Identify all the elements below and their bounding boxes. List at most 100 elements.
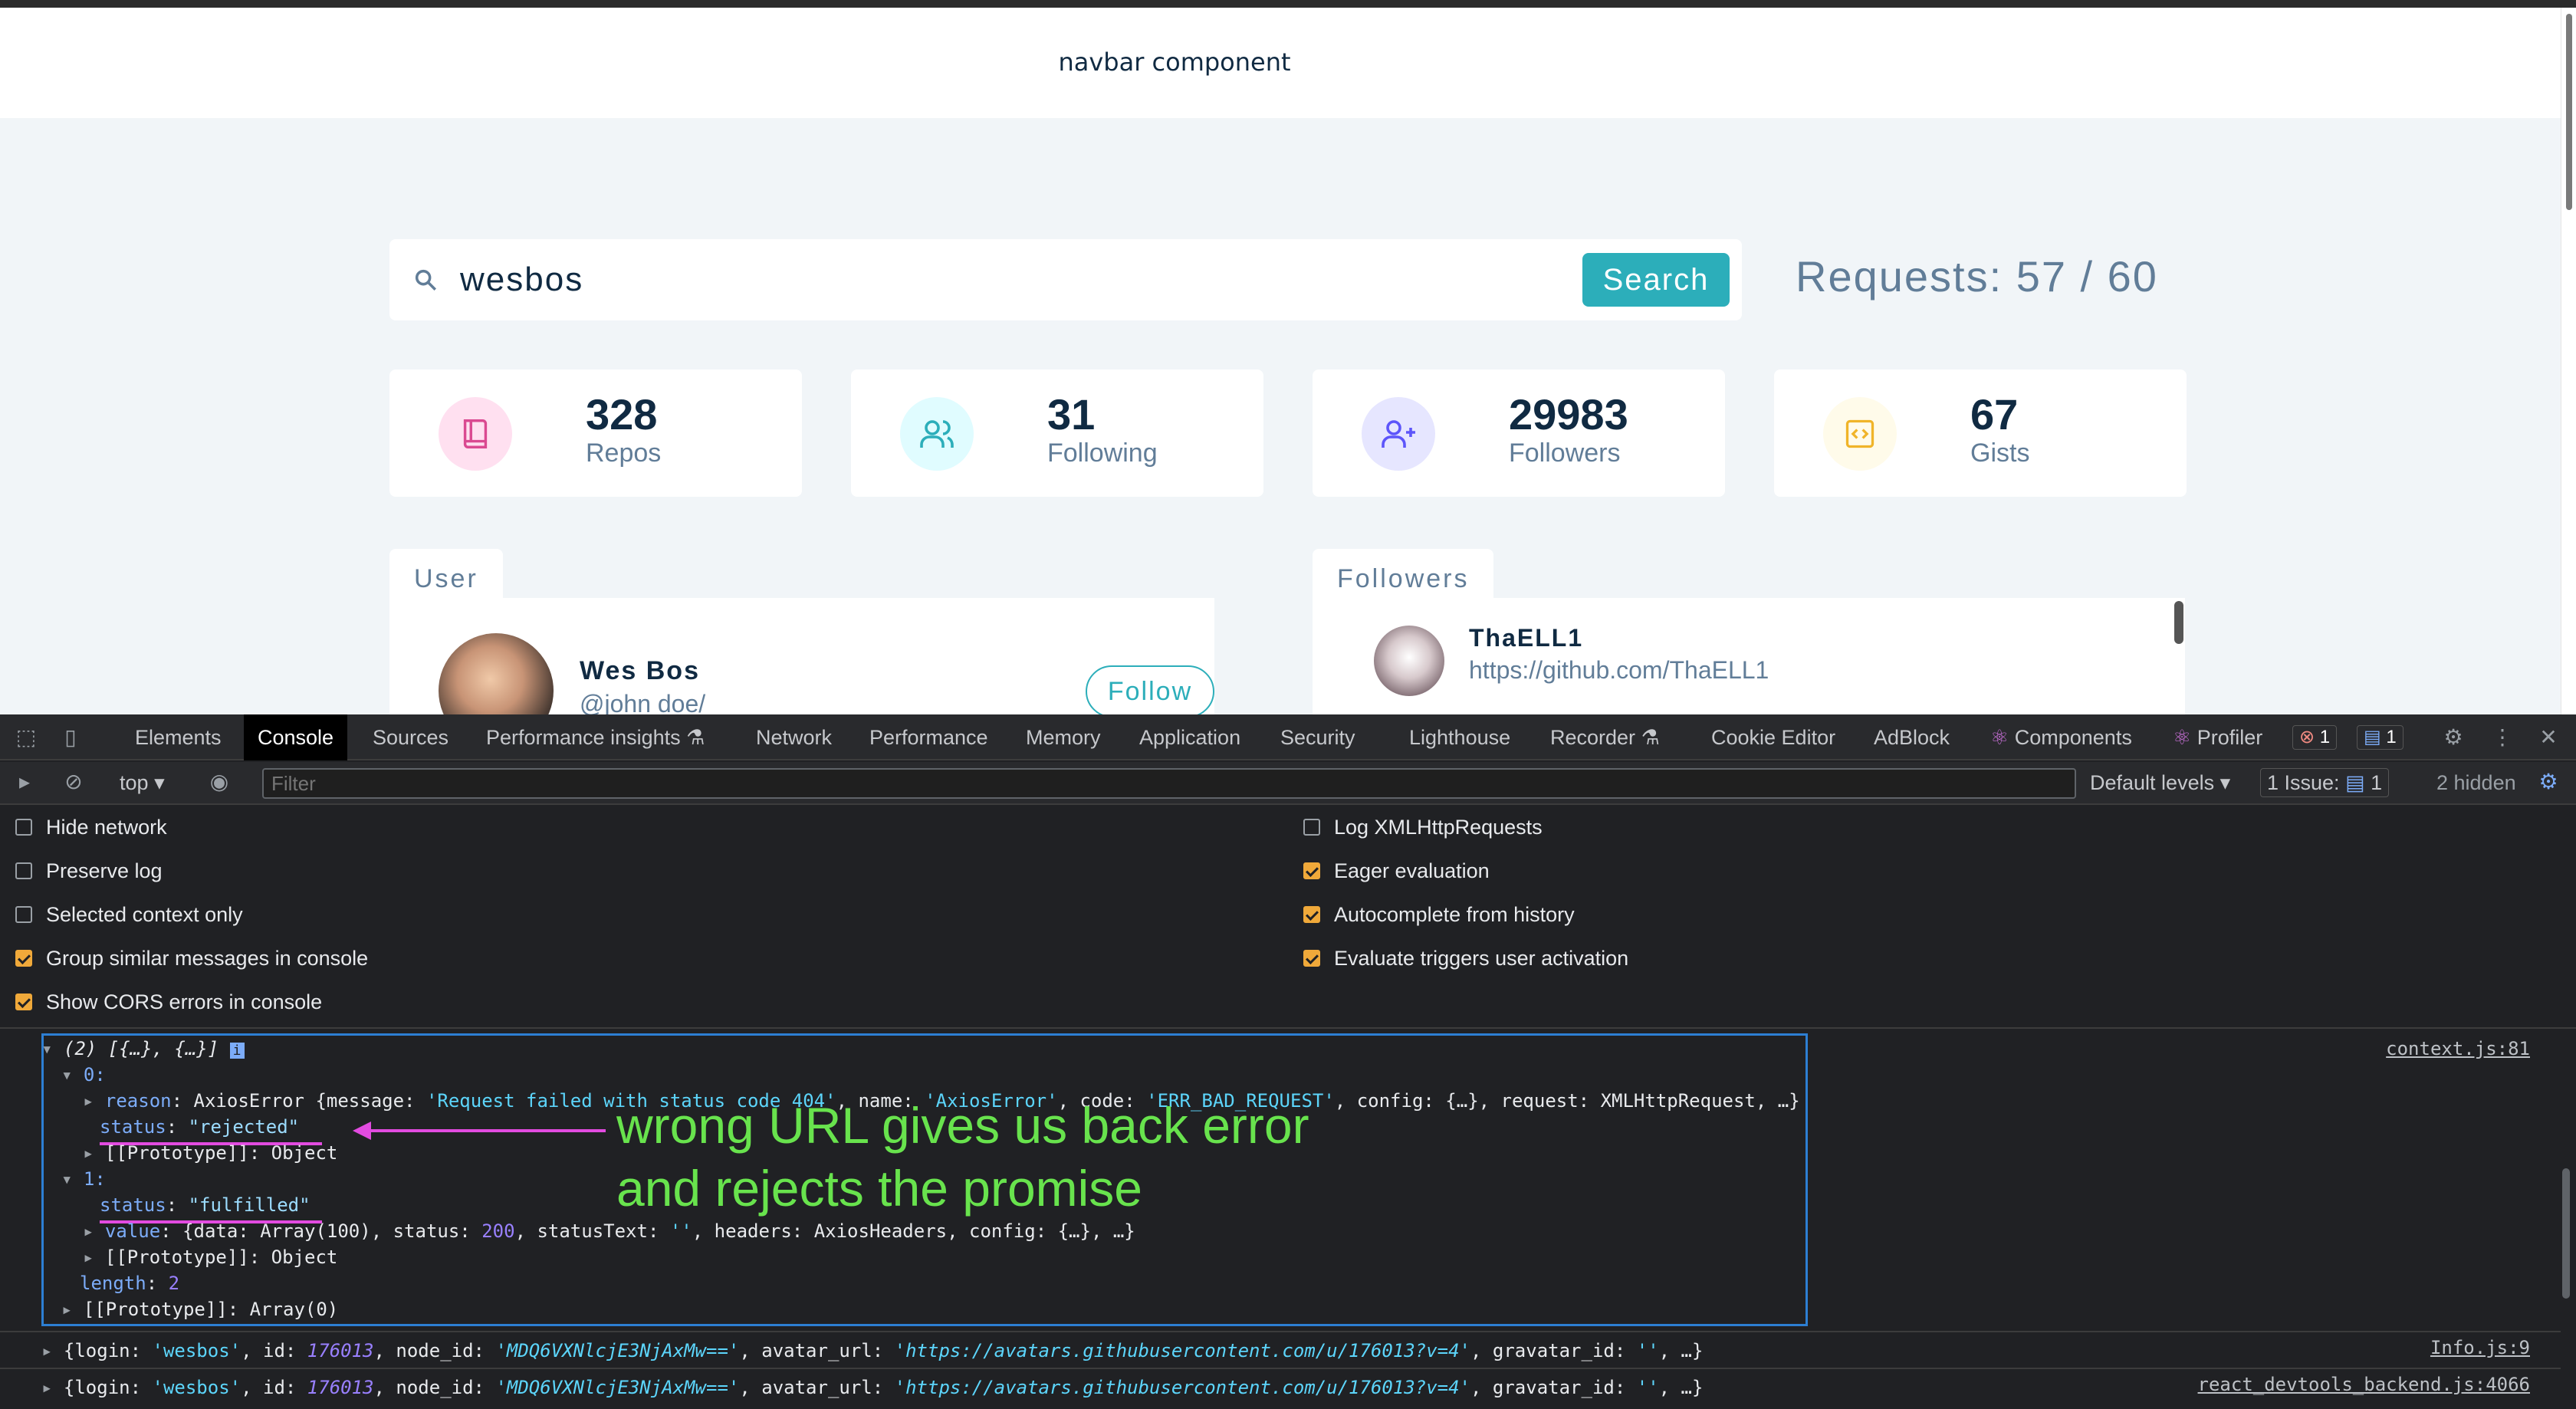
checkbox[interactable]	[1303, 819, 1320, 836]
search-button[interactable]: Search	[1582, 253, 1730, 307]
tab-performance-insights[interactable]: Performance insights ⚗	[486, 714, 705, 760]
more-options-icon[interactable]: ⋮	[2490, 725, 2515, 750]
close-icon[interactable]: ✕	[2536, 725, 2561, 750]
context-select[interactable]: top ▾	[120, 771, 165, 795]
value-text: {login:	[63, 1340, 153, 1361]
page-scrollbar[interactable]	[2561, 8, 2576, 714]
code-icon	[1823, 397, 1897, 471]
tab-adblock[interactable]: AdBlock	[1874, 714, 1950, 760]
key-label: status	[100, 1116, 166, 1138]
value-text: [[Prototype]]: Object	[104, 1142, 338, 1164]
gear-icon[interactable]: ⚙	[2441, 725, 2466, 750]
checkbox[interactable]	[1303, 862, 1320, 879]
expand-triangle-icon: ▸	[83, 1246, 105, 1268]
search-form: Search	[389, 239, 1742, 320]
tab-profiler[interactable]: ⚛ Profiler	[2173, 714, 2262, 760]
console-array-line[interactable]: ▾ (2) [{…}, {…}] i	[41, 1038, 245, 1059]
source-link[interactable]: context.js:81	[2386, 1038, 2530, 1059]
inspect-element-icon[interactable]: ⬚	[14, 725, 38, 750]
checkbox[interactable]	[15, 950, 32, 967]
value-string: 'wesbos'	[152, 1340, 242, 1361]
followers-scrollbar[interactable]	[2174, 601, 2183, 644]
hidden-count: 2 hidden	[2436, 771, 2516, 794]
react-icon: ⚛	[1990, 726, 2009, 749]
console-prototype-array[interactable]: ▸ [[Prototype]]: Array(0)	[61, 1299, 338, 1320]
follow-button[interactable]: Follow	[1086, 665, 1214, 714]
checkbox[interactable]	[15, 906, 32, 923]
search-icon	[415, 269, 437, 291]
index-label: 1:	[83, 1168, 106, 1190]
checkbox[interactable]	[1303, 906, 1320, 923]
tab-network[interactable]: Network	[756, 714, 832, 760]
tab-elements[interactable]: Elements	[135, 714, 222, 760]
user-name: Wes Bos	[580, 656, 700, 685]
tab-lighthouse[interactable]: Lighthouse	[1409, 714, 1510, 760]
tab-sources[interactable]: Sources	[373, 714, 449, 760]
console-log-row[interactable]: ▸ {login: 'wesbos', id: 176013, node_id:…	[41, 1377, 1703, 1398]
value-text: , node_id:	[373, 1340, 496, 1361]
console-status-rejected: status: "rejected"	[100, 1116, 300, 1138]
expand-triangle-icon: ▸	[83, 1090, 105, 1112]
value-text: , avatar_url:	[739, 1377, 895, 1398]
console-prototype-object[interactable]: ▸ [[Prototype]]: Object	[83, 1246, 337, 1268]
value-text: , gravatar_id:	[1470, 1377, 1637, 1398]
key-label: reason	[104, 1090, 172, 1112]
follower-url[interactable]: https://github.com/ThaELL1	[1469, 656, 1769, 685]
expand-triangle-icon: ▾	[61, 1168, 84, 1190]
filter-input[interactable]	[262, 768, 2076, 799]
value-text: , id:	[241, 1340, 307, 1361]
stat-label: Repos	[586, 438, 662, 468]
tab-recorder[interactable]: Recorder ⚗	[1550, 714, 1660, 760]
console-scrollbar[interactable]	[2562, 1168, 2570, 1299]
messages-badge[interactable]: ▤ 1	[2357, 725, 2404, 750]
checkbox[interactable]	[1303, 950, 1320, 967]
sidebar-toggle-icon[interactable]: ▸	[12, 770, 37, 794]
users-icon	[900, 397, 974, 471]
stat-label: Following	[1047, 438, 1158, 468]
setting-label: Hide network	[46, 816, 167, 839]
tab-security[interactable]: Security	[1280, 714, 1355, 760]
checkbox[interactable]	[15, 994, 32, 1010]
tab-performance[interactable]: Performance	[869, 714, 988, 760]
console-settings-gear-icon[interactable]: ⚙	[2536, 770, 2561, 794]
issues-button[interactable]: 1 Issue: ▤ 1	[2260, 768, 2390, 797]
eye-icon[interactable]: ◉	[207, 770, 232, 794]
tab-console[interactable]: Console	[244, 714, 348, 760]
console-value-line[interactable]: ▸ value: {data: Array(100), status: 200,…	[83, 1220, 1135, 1242]
row-divider	[0, 1368, 2561, 1369]
page-scroll-thumb[interactable]	[2566, 14, 2572, 210]
user-plus-icon	[1362, 397, 1435, 471]
errors-badge[interactable]: ⊗ 1	[2292, 725, 2338, 750]
stat-card-repos: 328 Repos	[389, 369, 802, 497]
tab-cookie-editor[interactable]: Cookie Editor	[1711, 714, 1835, 760]
followers-card-tab: Followers	[1313, 549, 1494, 603]
log-levels-select[interactable]: Default levels ▾	[2090, 771, 2230, 795]
source-link[interactable]: react_devtools_backend.js:4066	[2198, 1374, 2530, 1395]
context-value: top	[120, 771, 149, 794]
annotation-text-line1: wrong URL gives us back error	[616, 1097, 1309, 1154]
tab-memory[interactable]: Memory	[1026, 714, 1101, 760]
console-index-0[interactable]: ▾ 0:	[61, 1064, 106, 1085]
source-link[interactable]: Info.js:9	[2430, 1337, 2530, 1358]
console-log-row[interactable]: ▸ {login: 'wesbos', id: 176013, node_id:…	[41, 1340, 1703, 1361]
console-index-1[interactable]: ▾ 1:	[61, 1168, 106, 1190]
message-icon: ▤	[2364, 727, 2381, 747]
expand-triangle-icon: ▾	[61, 1064, 84, 1085]
search-input[interactable]	[460, 258, 1457, 302]
checkbox[interactable]	[15, 819, 32, 836]
tab-application[interactable]: Application	[1139, 714, 1240, 760]
device-toolbar-icon[interactable]: ▯	[58, 725, 83, 750]
browser-top-strip	[0, 0, 2576, 8]
clear-console-icon[interactable]: ⊘	[61, 770, 86, 794]
value-text: , …}	[1658, 1377, 1704, 1398]
value-number: 200	[481, 1220, 515, 1242]
checkbox[interactable]	[15, 862, 32, 879]
tab-label: Recorder	[1550, 726, 1636, 749]
expand-triangle-icon: ▸	[83, 1142, 105, 1164]
value-text: , id:	[241, 1377, 307, 1398]
tab-components[interactable]: ⚛ Components	[1990, 714, 2132, 760]
key-label: value	[104, 1220, 161, 1242]
user-card-tab: User	[389, 549, 503, 603]
console-prototype-object[interactable]: ▸ [[Prototype]]: Object	[83, 1142, 337, 1164]
value-text: , statusText:	[514, 1220, 670, 1242]
